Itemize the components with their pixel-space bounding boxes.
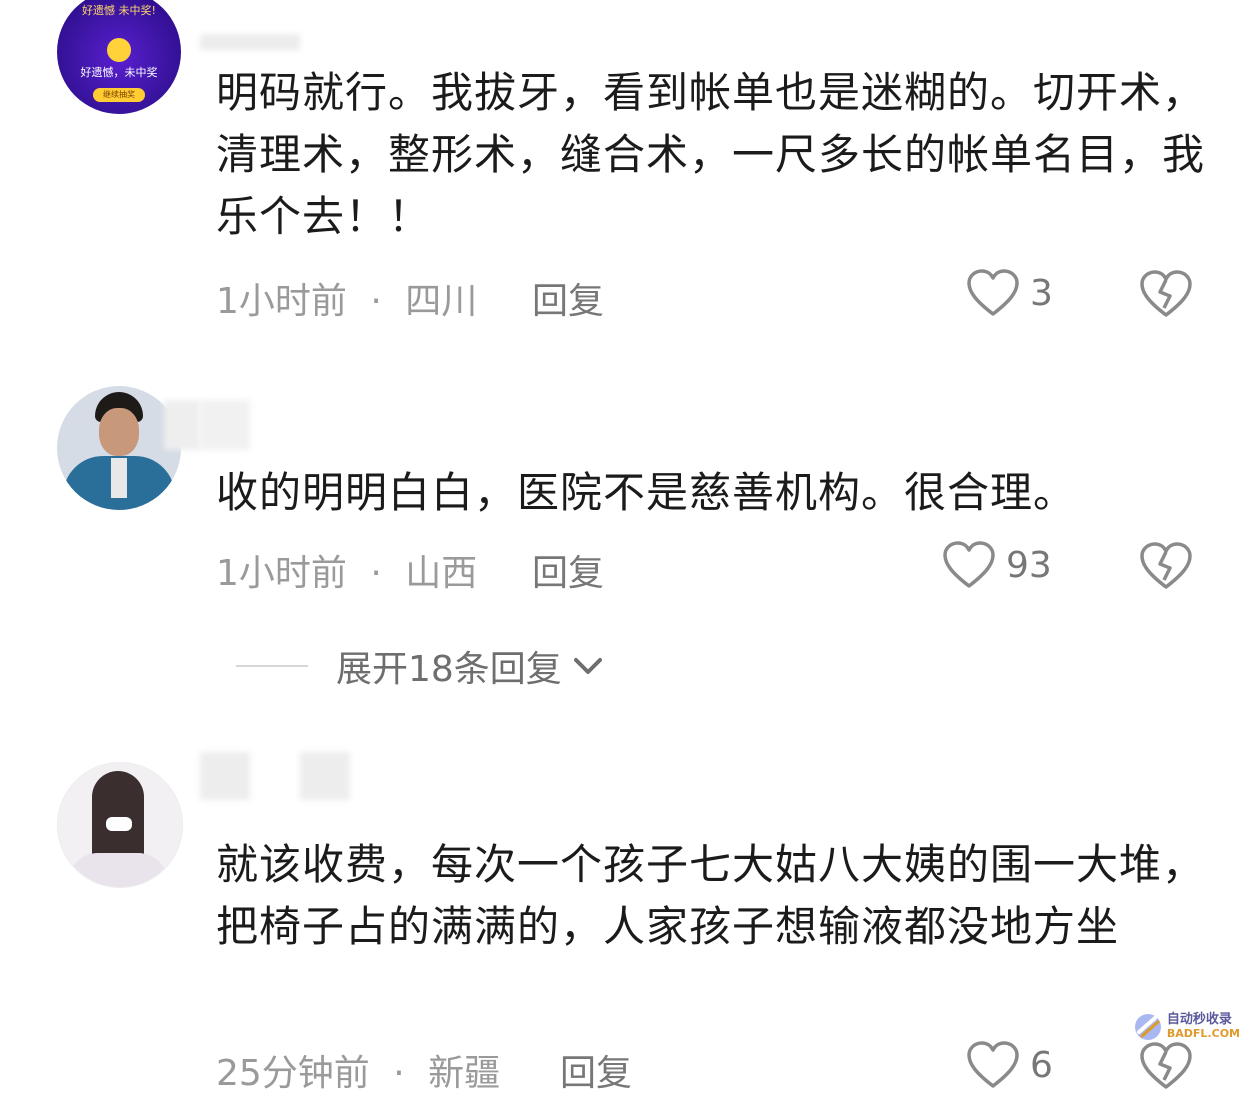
like-button[interactable]: 93 <box>942 540 1052 590</box>
comment-meta: 25分钟前 · 新疆 <box>216 1044 500 1096</box>
heart-icon <box>967 269 1019 316</box>
separator: · <box>370 281 382 322</box>
broken-heart-icon[interactable] <box>1138 268 1194 320</box>
broken-heart-icon[interactable] <box>1138 1040 1194 1092</box>
watermark-cn: 自动秒收录 <box>1166 1012 1232 1027</box>
divider-line <box>236 665 308 667</box>
avatar-button: 继续抽奖 <box>93 88 145 102</box>
heart-icon <box>967 1041 1019 1088</box>
heart-icon <box>943 541 995 588</box>
watermark-logo-icon <box>1134 1014 1161 1040</box>
chevron-down-icon <box>573 658 602 674</box>
emoji-icon <box>107 38 131 62</box>
reply-button[interactable]: 回复 <box>532 272 604 324</box>
separator: · <box>393 1053 405 1094</box>
reply-button[interactable]: 回复 <box>560 1044 632 1096</box>
avatar-shirt <box>111 458 127 498</box>
username[interactable] <box>300 752 350 800</box>
username[interactable] <box>200 34 300 50</box>
comment-text: 就该收费，每次一个孩子七大姑八大姨的围一大堆，把椅子占的满满的，人家孩子想输液都… <box>216 840 1206 951</box>
broken-heart-icon[interactable] <box>1138 540 1194 592</box>
avatar-bow <box>106 817 132 831</box>
like-count: 6 <box>1030 1044 1053 1086</box>
watermark-en: BADFL.COM <box>1166 1027 1240 1040</box>
username[interactable] <box>200 752 250 800</box>
timestamp: 25分钟前 <box>216 1053 370 1094</box>
comment-text: 明码就行。我拔牙，看到帐单也是迷糊的。切开术，清理术，整形术，缝合术，一尺多长的… <box>216 68 1206 241</box>
location: 新疆 <box>428 1053 501 1094</box>
reply-button[interactable]: 回复 <box>532 544 604 596</box>
comment-text: 收的明明白白，医院不是慈善机构。很合理。 <box>216 468 1077 517</box>
expand-replies-label: 展开18条回复 <box>336 649 562 690</box>
location: 山西 <box>405 553 478 594</box>
like-count: 3 <box>1030 272 1053 314</box>
location: 四川 <box>405 281 478 322</box>
avatar-face <box>99 408 139 456</box>
avatar-result-text: 好遗憾，未中奖 <box>80 66 158 79</box>
timestamp: 1小时前 <box>216 281 347 322</box>
watermark: 自动秒收录 BADFL.COM <box>1133 1012 1240 1042</box>
like-count: 93 <box>1006 544 1052 586</box>
comment-meta: 1小时前 · 四川 <box>216 272 477 324</box>
avatar-collar <box>68 853 168 887</box>
timestamp: 1小时前 <box>216 553 347 594</box>
avatar[interactable] <box>57 762 183 888</box>
username[interactable] <box>200 400 250 450</box>
like-button[interactable]: 3 <box>966 268 1053 318</box>
avatar-banner-text: 好遗憾 未中奖! <box>82 4 156 17</box>
separator: · <box>370 553 382 594</box>
comment-meta: 1小时前 · 山西 <box>216 544 477 596</box>
watermark-text: 自动秒收录 BADFL.COM <box>1167 1013 1240 1041</box>
like-button[interactable]: 6 <box>966 1040 1053 1090</box>
avatar[interactable]: 好遗憾 未中奖! 好遗憾，未中奖 继续抽奖 <box>57 0 181 114</box>
avatar[interactable] <box>57 386 181 510</box>
expand-replies-button[interactable]: 展开18条回复 <box>236 640 608 692</box>
username[interactable] <box>164 400 200 450</box>
